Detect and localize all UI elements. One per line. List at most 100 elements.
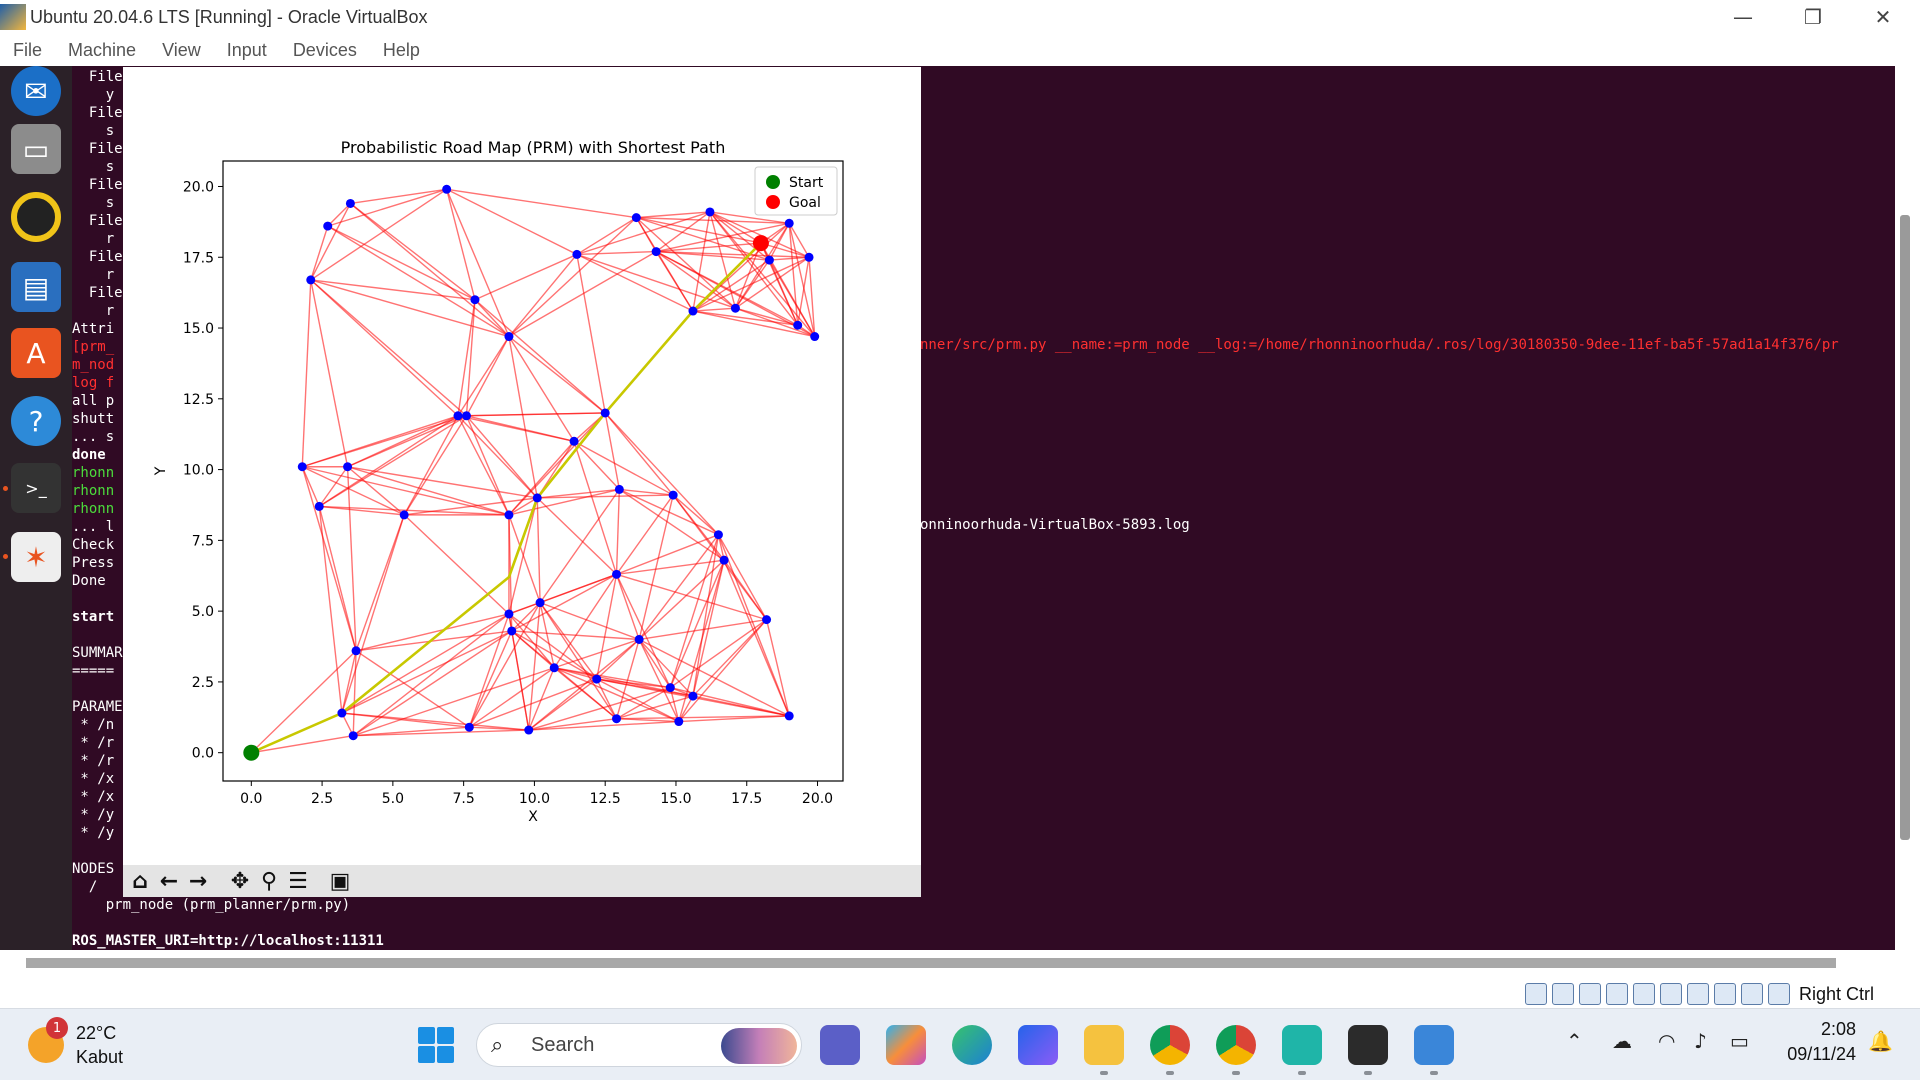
- optical-drive-icon[interactable]: [1525, 983, 1547, 1005]
- terminal-line: y: [72, 87, 115, 103]
- menu-input[interactable]: Input: [214, 40, 280, 61]
- copilot-icon[interactable]: [886, 1025, 926, 1065]
- roadmap-edge: [692, 310, 798, 326]
- menu-file[interactable]: File: [0, 40, 55, 61]
- running-indicator: [3, 554, 8, 559]
- minimize-button[interactable]: —: [1708, 0, 1778, 34]
- roadmap-node: [442, 184, 452, 194]
- taskbar-search[interactable]: ⌕ Search: [476, 1023, 802, 1067]
- cpu-icon[interactable]: [1714, 983, 1736, 1005]
- terminal-line: * /x: [72, 789, 115, 805]
- legend-marker: [766, 195, 780, 209]
- terminal-line: * /y: [72, 825, 115, 841]
- terminal-line: =====: [72, 663, 115, 679]
- volume-icon[interactable]: ♪: [1694, 1029, 1707, 1053]
- roadmap-edge: [302, 415, 467, 468]
- terminal-line: File: [72, 177, 123, 193]
- rhythmbox-icon[interactable]: [11, 192, 61, 242]
- close-button[interactable]: ✕: [1848, 0, 1918, 34]
- roadmap-edge: [466, 415, 575, 442]
- menu-machine[interactable]: Machine: [55, 40, 149, 61]
- vertical-scrollbar[interactable]: [1900, 215, 1910, 840]
- terminal-icon[interactable]: >_: [11, 463, 61, 513]
- roadmap-edge: [511, 630, 530, 731]
- roadmap-node: [314, 501, 324, 511]
- wifi-icon[interactable]: ◠: [1658, 1029, 1675, 1053]
- menu-view[interactable]: View: [149, 40, 214, 61]
- thunderbird-icon[interactable]: ✉: [11, 66, 61, 116]
- roadmap-edge: [604, 412, 674, 496]
- roadmap-node: [793, 320, 803, 330]
- software-center-icon[interactable]: A: [11, 328, 61, 378]
- vscode-like-icon[interactable]: [1282, 1025, 1322, 1065]
- terminal-line: r: [72, 267, 115, 283]
- chrome-profile-icon[interactable]: [1216, 1025, 1256, 1065]
- terminal-line: Press: [72, 555, 115, 571]
- forward-icon[interactable]: →: [185, 868, 211, 894]
- notification-bell-icon[interactable]: 🔔: [1868, 1029, 1893, 1053]
- keyboard-icon[interactable]: [1768, 983, 1790, 1005]
- roadmap-node: [674, 717, 684, 727]
- roadmap-node: [614, 484, 624, 494]
- x-tick-label: 7.5: [453, 791, 475, 807]
- ubuntu-dock: ✉ ▭ ▤ A ? >_ ✶: [0, 66, 72, 950]
- restore-button[interactable]: ❐: [1778, 0, 1848, 34]
- recording-icon[interactable]: [1687, 983, 1709, 1005]
- edge-icon[interactable]: [952, 1025, 992, 1065]
- libreoffice-writer-icon[interactable]: ▤: [11, 262, 61, 312]
- terminal-line: all p: [72, 393, 115, 409]
- roadmap-edge: [573, 440, 620, 490]
- terminal-line: m_nod: [72, 357, 115, 373]
- save-icon[interactable]: ▣: [327, 868, 353, 894]
- zoom-icon[interactable]: ⚲: [256, 868, 282, 894]
- roadmap-node: [504, 332, 514, 342]
- menu-help[interactable]: Help: [370, 40, 433, 61]
- battery-icon[interactable]: ▭: [1730, 1029, 1749, 1053]
- network-icon[interactable]: [1660, 983, 1682, 1005]
- roadmap-node: [507, 626, 517, 636]
- start-button[interactable]: [418, 1027, 454, 1063]
- display-icon[interactable]: [1606, 983, 1628, 1005]
- terminal-line: [prm_: [72, 339, 115, 355]
- files-icon[interactable]: ▭: [11, 124, 61, 174]
- virtualbox-app-icon: [0, 4, 26, 30]
- roadmap-edge: [350, 188, 447, 205]
- terminal-line: start: [72, 609, 115, 625]
- terminal-line: prm_node (prm_planner/prm.py): [72, 897, 351, 913]
- running-indicator: [1430, 1071, 1438, 1075]
- roadmap-node: [572, 249, 582, 259]
- chrome-icon[interactable]: [1150, 1025, 1190, 1065]
- y-tick-label: 10.0: [183, 463, 214, 479]
- roadmap-edge: [692, 534, 720, 697]
- horizontal-scrollbar[interactable]: [26, 958, 1836, 968]
- chevron-up-icon[interactable]: ⌃: [1566, 1029, 1583, 1053]
- terminal-line: /: [72, 879, 98, 895]
- shared-folders-icon[interactable]: [1579, 983, 1601, 1005]
- configure-icon[interactable]: ☰: [285, 868, 311, 894]
- copilot-app-icon[interactable]: [1018, 1025, 1058, 1065]
- back-icon[interactable]: ←: [156, 868, 182, 894]
- usb-icon[interactable]: [1633, 983, 1655, 1005]
- x-tick-label: 5.0: [382, 791, 404, 807]
- roadmap-edge: [576, 217, 637, 256]
- y-tick-label: 2.5: [192, 675, 214, 691]
- file-explorer-icon[interactable]: [1084, 1025, 1124, 1065]
- home-icon[interactable]: ⌂: [127, 868, 153, 894]
- help-icon[interactable]: ?: [11, 396, 61, 446]
- menu-devices[interactable]: Devices: [280, 40, 370, 61]
- mouse-integration-icon[interactable]: [1741, 983, 1763, 1005]
- system-clock[interactable]: 2:08 09/11/24: [1787, 1019, 1856, 1065]
- roadmap-edge: [539, 602, 618, 720]
- pan-icon[interactable]: ✥: [227, 868, 253, 894]
- onedrive-icon[interactable]: ☁: [1612, 1029, 1632, 1053]
- roadmap-node: [665, 683, 675, 693]
- running-indicator: [1298, 1071, 1306, 1075]
- notepad-icon[interactable]: [1414, 1025, 1454, 1065]
- audio-icon[interactable]: [1552, 983, 1574, 1005]
- teams-icon[interactable]: [820, 1025, 860, 1065]
- plot-app-icon[interactable]: ✶: [11, 532, 61, 582]
- ros-master-uri-line: ROS_MASTER_URI=http://localhost:11311: [72, 933, 384, 949]
- notification-badge: 1: [46, 1017, 68, 1039]
- terminal-error-line: nner/src/prm.py __name:=prm_node __log:=…: [920, 337, 1839, 353]
- virtualbox-icon[interactable]: [1348, 1025, 1388, 1065]
